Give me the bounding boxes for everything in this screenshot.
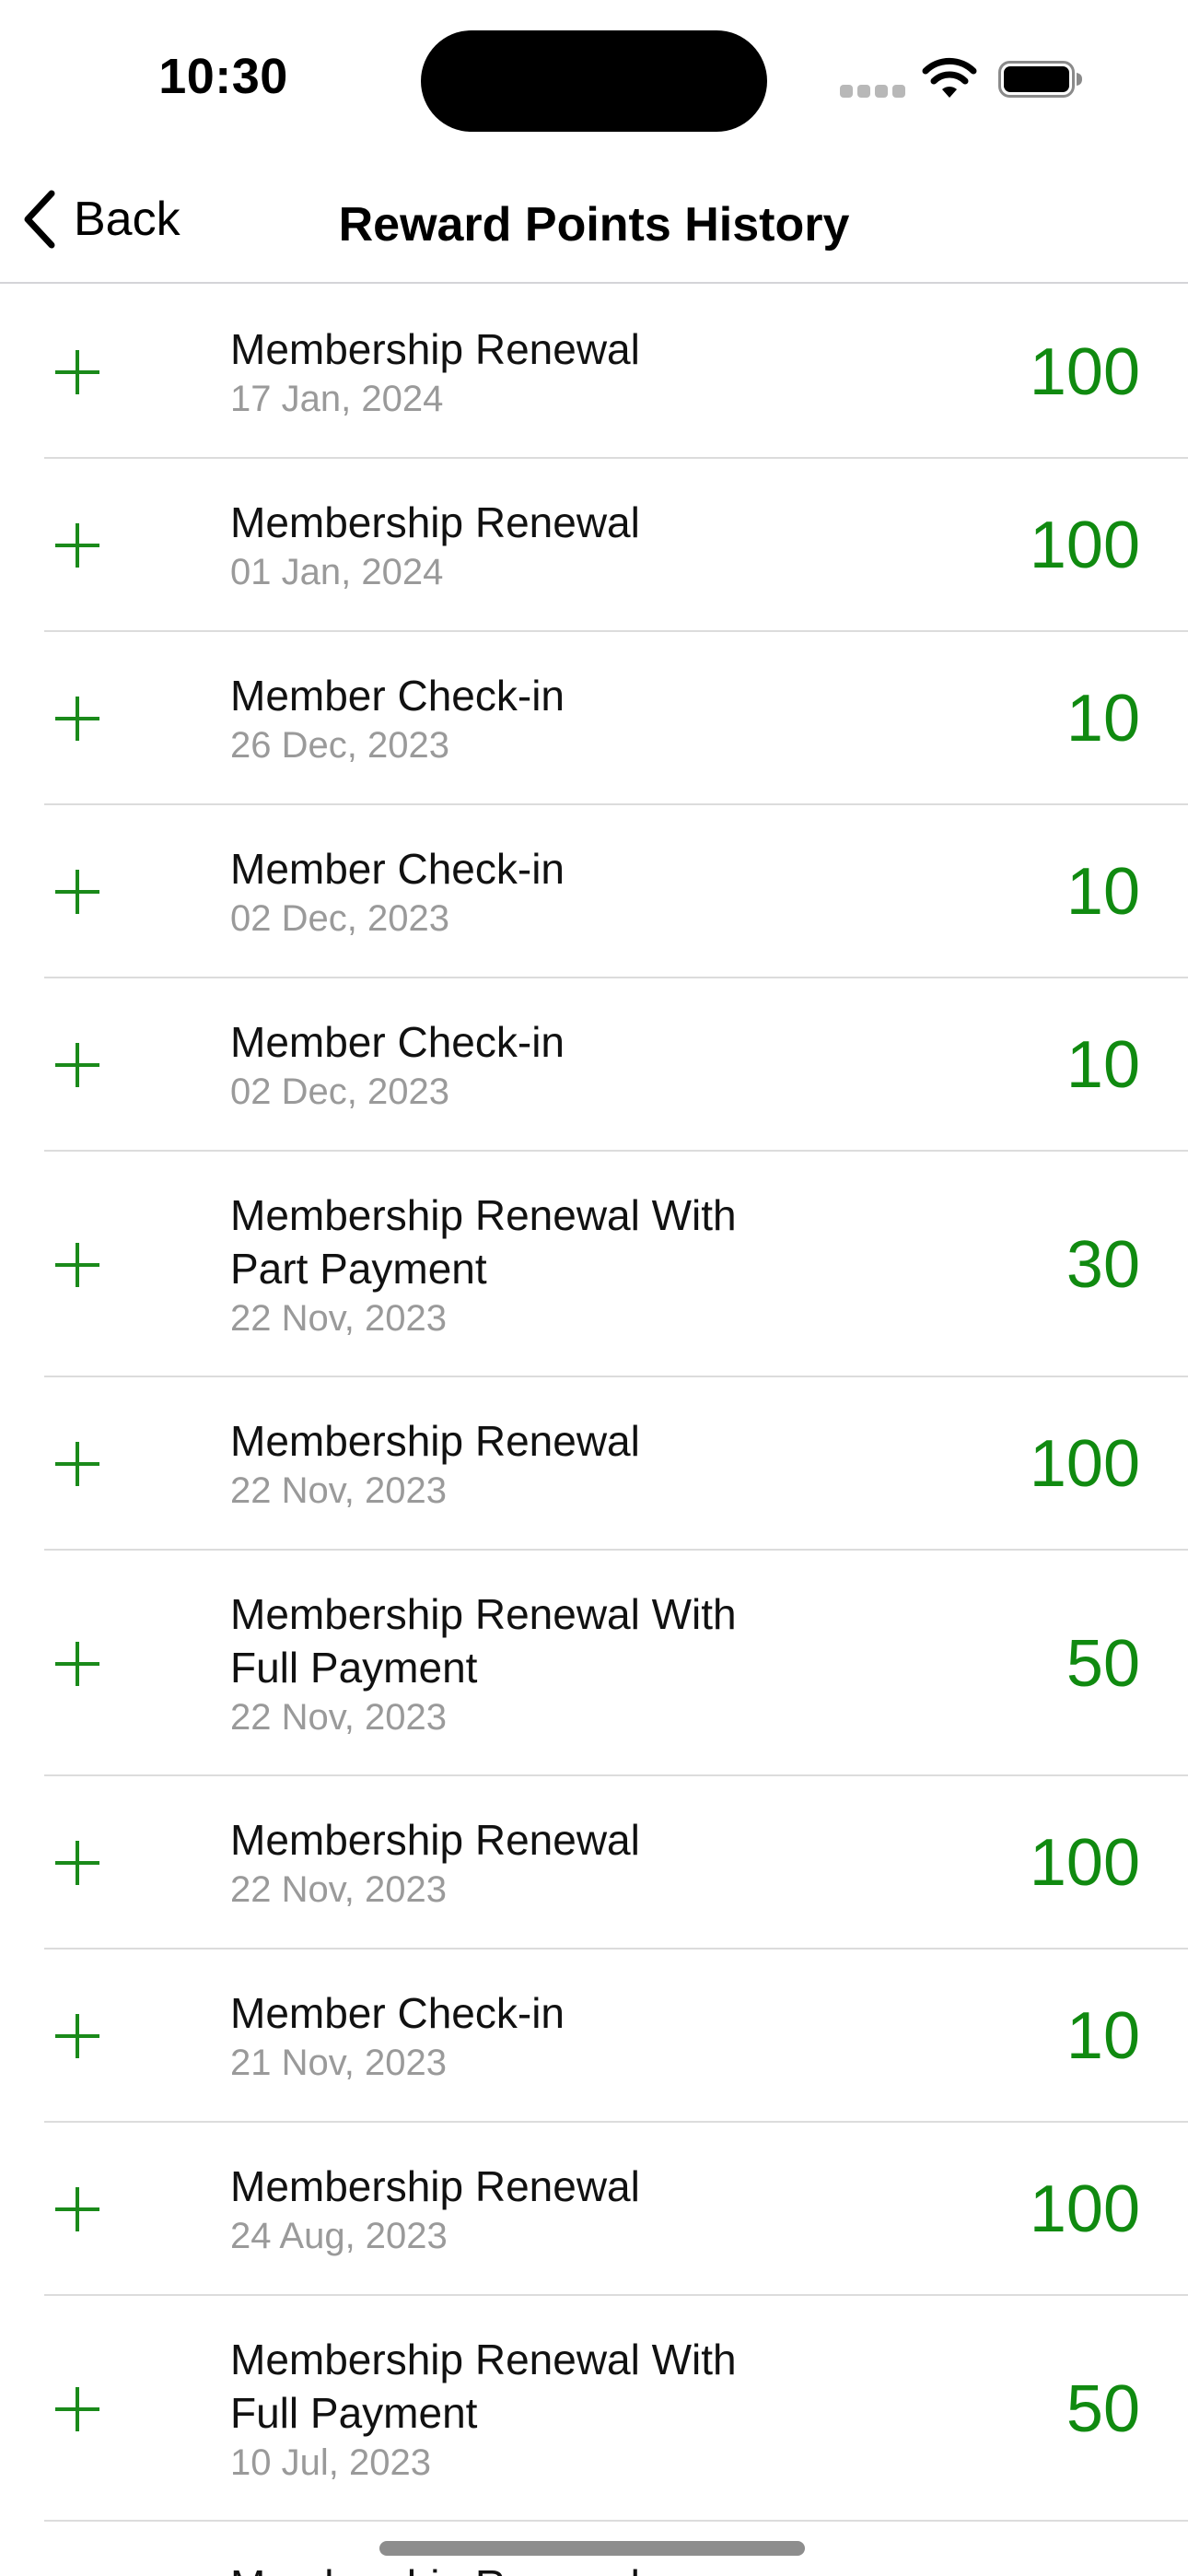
plus-icon <box>55 1841 99 1885</box>
history-row[interactable]: Membership Renewal 24 Aug, 2023 100 <box>0 2123 1188 2296</box>
history-row[interactable]: Membership Renewal With Part Payment 22 … <box>0 1152 1188 1377</box>
history-row-points: 100 <box>1029 1826 1140 1900</box>
history-row-title: Membership Renewal With Part Payment <box>230 1190 737 1293</box>
history-row-date: 22 Nov, 2023 <box>230 1297 447 1339</box>
plus-icon <box>55 870 99 914</box>
history-row-title: Member Check-in <box>230 672 565 720</box>
history-row-points: 100 <box>1029 509 1140 582</box>
history-row-date: 22 Nov, 2023 <box>230 1470 447 1511</box>
history-row-title: Membership Renewal With Full Payment <box>230 1589 737 1692</box>
plus-icon <box>55 523 99 568</box>
history-row-points: 100 <box>1029 335 1140 409</box>
history-row-points: 30 <box>1066 1227 1140 1302</box>
navigation-bar: Back Reward Points History <box>0 157 1188 284</box>
plus-icon <box>55 350 99 394</box>
battery-icon <box>998 61 1082 98</box>
history-row[interactable]: Member Check-in 02 Dec, 2023 10 <box>0 805 1188 978</box>
history-row-title: Membership Renewal <box>230 2162 640 2210</box>
plus-icon <box>55 1641 99 1686</box>
plus-icon <box>55 1242 99 1287</box>
history-row-date: 17 Jan, 2024 <box>230 379 444 419</box>
history-row-points: 10 <box>1066 682 1140 755</box>
history-row[interactable]: Member Check-in 26 Dec, 2023 10 <box>0 632 1188 805</box>
history-row-points: 50 <box>1066 2371 1140 2446</box>
history-row-points: 10 <box>1066 855 1140 929</box>
plus-icon <box>55 697 99 741</box>
history-row-title: Member Check-in <box>230 1018 565 1066</box>
history-row-title: Member Check-in <box>230 845 565 893</box>
history-row-date: 22 Nov, 2023 <box>230 1696 447 1738</box>
status-time: 10:30 <box>158 49 288 104</box>
history-row-title: Membership Renewal <box>230 1417 640 1465</box>
history-row[interactable]: Membership Renewal With Full Payment 22 … <box>0 1551 1188 1776</box>
page-title: Reward Points History <box>338 198 850 252</box>
history-row-title: Membership Renewal <box>230 325 640 373</box>
history-row-date: 22 Nov, 2023 <box>230 1869 447 1910</box>
history-row[interactable]: Membership Renewal With Full Payment 10 … <box>0 2296 1188 2522</box>
plus-icon <box>55 2386 99 2431</box>
history-row-title: Membership Renewal <box>230 498 640 546</box>
history-row-date: 24 Aug, 2023 <box>230 2216 448 2256</box>
history-row-title: Membership Renewal <box>230 2558 820 2576</box>
history-row-points: 100 <box>1029 1427 1140 1501</box>
history-row-title: Membership Renewal <box>230 1816 640 1864</box>
history-row-date: 26 Dec, 2023 <box>230 725 449 766</box>
reward-history-list[interactable]: Membership Renewal 17 Jan, 2024 100 Memb… <box>0 286 1188 2576</box>
history-row-date: 10 Jul, 2023 <box>230 2441 431 2483</box>
history-row[interactable]: Membership Renewal 17 Jan, 2024 100 <box>0 286 1188 459</box>
dynamic-island <box>421 30 767 132</box>
history-row-date: 21 Nov, 2023 <box>230 2043 447 2083</box>
plus-icon <box>55 1043 99 1087</box>
plus-icon <box>55 1442 99 1486</box>
history-row-points: 10 <box>1066 1999 1140 2073</box>
history-row-title: Membership Renewal With Full Payment <box>230 2335 737 2437</box>
history-row-date: 01 Jan, 2024 <box>230 552 444 592</box>
history-row[interactable]: Member Check-in 02 Dec, 2023 10 <box>0 978 1188 1152</box>
status-bar: 10:30 <box>0 0 1188 157</box>
history-row[interactable]: Member Check-in 21 Nov, 2023 10 <box>0 1950 1188 2123</box>
cellular-signal-icon <box>840 85 905 98</box>
reward-points-history-screen: 10:30 Back Reward Points History Members… <box>0 0 1188 2576</box>
history-row-date: 02 Dec, 2023 <box>230 898 449 939</box>
history-row-title: Member Check-in <box>230 1989 565 2037</box>
history-row[interactable]: Membership Renewal 22 Nov, 2023 100 <box>0 1377 1188 1551</box>
plus-icon <box>55 2014 99 2058</box>
history-row-date: 02 Dec, 2023 <box>230 1071 449 1112</box>
history-row-points: 10 <box>1066 1028 1140 1102</box>
history-row[interactable]: Membership Renewal 22 Nov, 2023 100 <box>0 1776 1188 1950</box>
history-row[interactable]: Membership Renewal 01 Jan, 2024 100 <box>0 459 1188 632</box>
history-row-points: 50 <box>1066 1626 1140 1701</box>
plus-icon <box>55 2187 99 2231</box>
home-indicator[interactable] <box>379 2541 805 2556</box>
wifi-icon <box>922 57 977 98</box>
history-row-points: 100 <box>1029 2172 1140 2246</box>
